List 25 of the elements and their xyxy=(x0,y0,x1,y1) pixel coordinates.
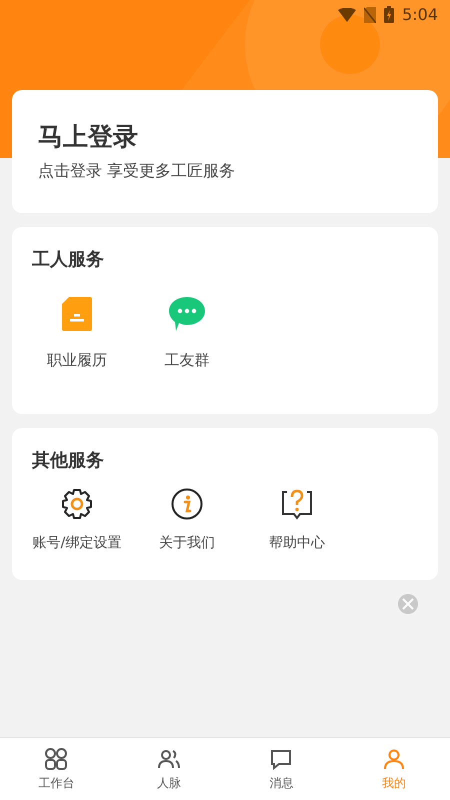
tab[interactable]: 人脉 xyxy=(112,738,225,800)
help-icon xyxy=(281,488,313,520)
status-time: 5:04 xyxy=(402,5,438,24)
login-title: 马上登录 xyxy=(38,121,139,153)
tab[interactable]: 消息 xyxy=(225,738,338,800)
service-item[interactable]: 账号/绑定设置 xyxy=(22,488,132,552)
service-item[interactable]: 职业履历 xyxy=(22,297,132,370)
wifi-icon xyxy=(338,8,356,22)
person-icon xyxy=(382,746,406,770)
login-card[interactable]: 马上登录 点击登录 享受更多工匠服务 xyxy=(12,90,438,213)
service-item[interactable]: 工友群 xyxy=(132,297,242,370)
settings-icon xyxy=(61,488,93,520)
login-subtitle: 点击登录 享受更多工匠服务 xyxy=(38,161,236,182)
section-title: 其他服务 xyxy=(32,449,105,472)
tab[interactable]: 工作台 xyxy=(0,738,112,800)
chat-bubble-icon xyxy=(169,297,205,331)
document-icon xyxy=(62,297,92,331)
info-icon xyxy=(171,488,203,520)
close-button[interactable] xyxy=(398,594,418,614)
battery-icon xyxy=(384,6,394,23)
no-sim-icon xyxy=(364,6,376,22)
service-item[interactable]: 帮助中心 xyxy=(242,488,352,552)
service-item[interactable]: 关于我们 xyxy=(132,488,242,552)
grid-icon xyxy=(44,746,68,770)
section-title: 工人服务 xyxy=(32,248,105,271)
